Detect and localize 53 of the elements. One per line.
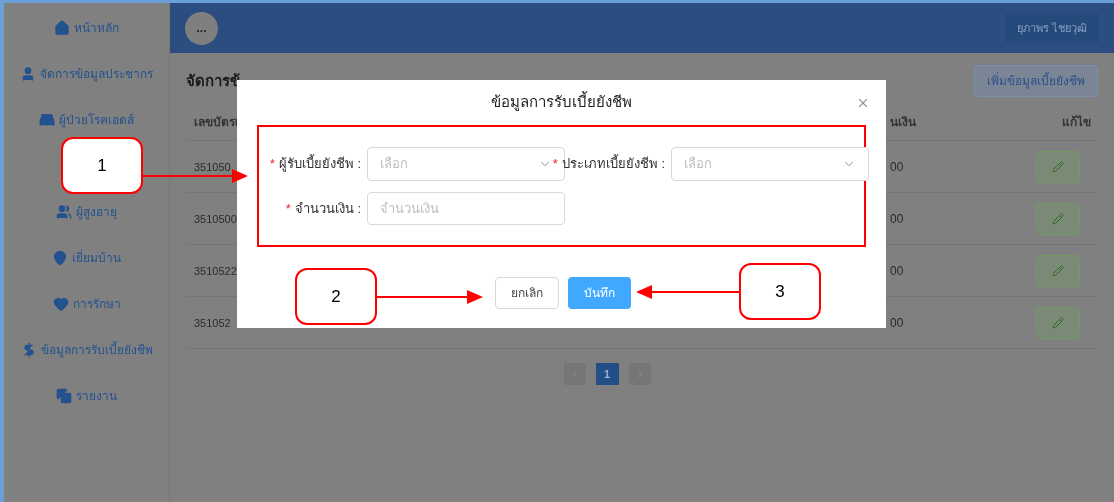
pencil-icon	[1052, 264, 1064, 277]
sidebar-item[interactable]: รายงาน	[56, 388, 117, 404]
save-button[interactable]: บันทึก	[567, 277, 631, 309]
field-label: จำนวนเงิน :	[294, 200, 361, 218]
column-header: เลขบัตรเ	[194, 114, 239, 129]
callout-box: 3	[739, 263, 821, 320]
cancel-button[interactable]: ยกเลิก	[494, 277, 559, 309]
table-cell: 00	[890, 211, 904, 226]
bed-icon	[39, 112, 55, 128]
table-cell: 00	[890, 263, 904, 278]
column-header: แก้ไข	[1062, 113, 1091, 131]
sidebar-item[interactable]: ผู้ป่วยโรคเอดส์	[39, 112, 134, 128]
pencil-icon	[1052, 212, 1064, 225]
table-cell: 00	[890, 159, 904, 174]
input-field[interactable]: จำนวนเงิน	[367, 192, 565, 226]
dialog-title: ข้อมูลการรับเบี้ยยังชีพ	[491, 91, 632, 113]
callout-box: 1	[61, 137, 143, 194]
pencil-icon	[1052, 160, 1064, 173]
table-cell: 00	[890, 315, 904, 330]
table-cell: 3510500	[194, 212, 237, 225]
sidebar-item[interactable]: หน้าหลัก	[54, 20, 119, 36]
table-cell: 351050	[194, 160, 231, 173]
column-header: นเงิน	[890, 114, 916, 129]
required-mark: *	[269, 155, 275, 173]
home-icon	[54, 20, 70, 36]
edit-button[interactable]	[1036, 254, 1080, 287]
edit-button[interactable]	[1036, 150, 1080, 183]
required-mark: *	[552, 155, 558, 173]
user-button[interactable]: ยุภาพร ไชยวุฒิ	[1004, 13, 1099, 43]
select-field[interactable]: เลือก	[671, 146, 869, 181]
field-label: ผู้รับเบี้ยยังชีพ :	[278, 154, 361, 174]
table-cell: 351052	[194, 316, 231, 329]
sidebar-item[interactable]: ข้อมูลการรับเบี้ยยังชีพ	[20, 342, 153, 358]
table-cell: 3510522	[194, 264, 237, 277]
menu-button[interactable]: ...	[185, 11, 218, 45]
edit-button[interactable]	[1036, 202, 1080, 235]
add-button[interactable]: เพิ่มข้อมูลเบี้ยยังชีพ	[974, 65, 1098, 97]
close-icon[interactable]	[856, 96, 870, 110]
sidebar-item[interactable]: จัดการข้อมูลประชากร	[20, 66, 153, 82]
sidebar-item[interactable]: ผู้สูงอายุ	[56, 204, 117, 220]
pencil-icon	[1052, 316, 1064, 329]
page-title: จัดการข้	[186, 70, 240, 91]
page-button[interactable]: 1	[595, 363, 619, 385]
edit-button[interactable]	[1036, 306, 1080, 339]
user-icon	[20, 66, 36, 82]
map-pin-icon	[52, 250, 68, 266]
callout-box: 2	[295, 268, 377, 325]
required-mark: *	[285, 200, 291, 218]
copy-icon	[56, 388, 72, 404]
people-icon	[56, 204, 72, 220]
sidebar-item[interactable]: เยี่ยมบ้าน	[52, 250, 121, 266]
sidebar-item[interactable]: การรักษา	[52, 296, 121, 312]
heart-icon	[52, 296, 69, 312]
